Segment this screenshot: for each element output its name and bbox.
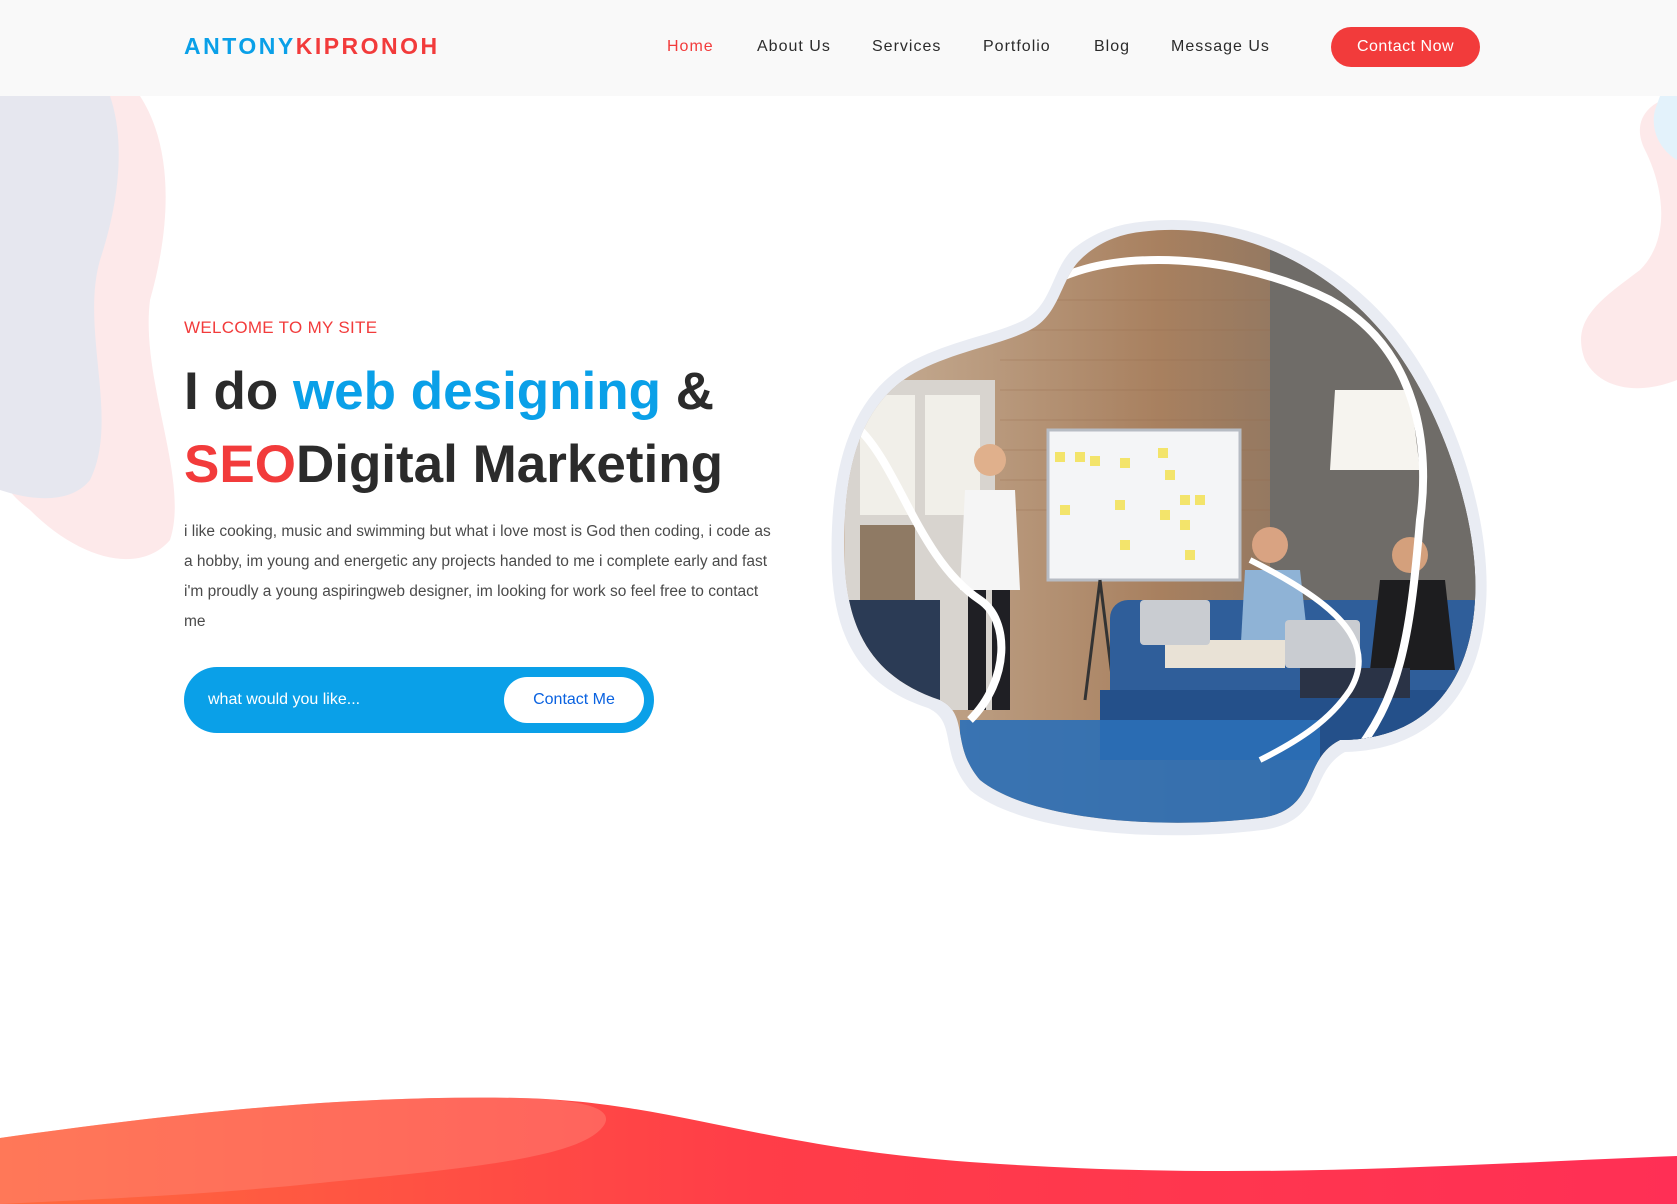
nav-services[interactable]: Services <box>872 38 941 56</box>
photo-content <box>844 229 1476 823</box>
headline-text-2: & <box>661 362 715 421</box>
logo-first-name: ANTONY <box>184 33 296 59</box>
headline-text-1: I do <box>184 362 293 421</box>
hero-search-bar: Contact Me <box>184 667 654 733</box>
nav-home[interactable]: Home <box>667 38 714 56</box>
contact-me-button[interactable]: Contact Me <box>504 677 644 723</box>
headline-highlight-seo: SEO <box>184 435 296 494</box>
bottom-wave <box>0 1097 1677 1204</box>
hero-headline: I do web designing & SEODigital Marketin… <box>184 355 723 501</box>
site-logo[interactable]: ANTONYKIPRONOH <box>184 33 440 60</box>
hero-eyebrow: WELCOME TO MY SITE <box>184 318 378 337</box>
nav-message-us[interactable]: Message Us <box>1171 38 1270 56</box>
contact-now-button[interactable]: Contact Now <box>1331 27 1480 67</box>
headline-text-3: Digital Marketing <box>295 435 723 494</box>
logo-last-name: KIPRONOH <box>295 33 440 59</box>
nav-about-us[interactable]: About Us <box>757 38 831 56</box>
search-input[interactable] <box>208 685 458 715</box>
nav-blog[interactable]: Blog <box>1094 38 1130 56</box>
hero-description: i like cooking, music and swimming but w… <box>184 523 771 630</box>
headline-highlight-web-designing: web designing <box>292 362 662 421</box>
site-header: ANTONYKIPRONOH Home About Us Services Po… <box>0 0 1677 96</box>
nav-portfolio[interactable]: Portfolio <box>983 38 1051 56</box>
